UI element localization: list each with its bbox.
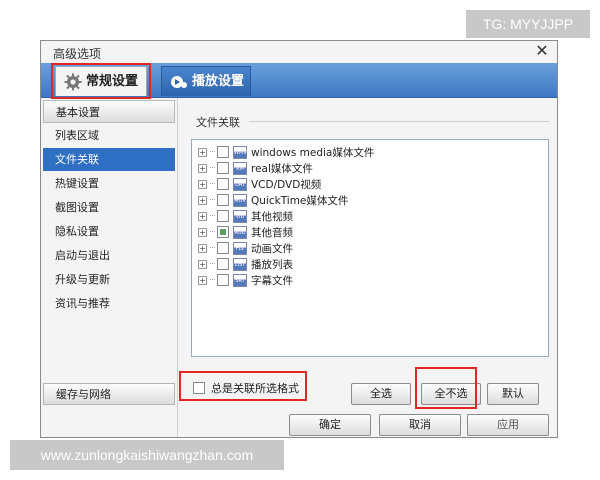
file-type-icon: SRT bbox=[233, 273, 247, 287]
file-type-icon: FLV bbox=[233, 241, 247, 255]
sidebar-item-basic-settings[interactable]: 基本设置 bbox=[43, 100, 175, 123]
tree-item-playlist[interactable]: + LIST 播放列表 bbox=[198, 256, 293, 272]
tree-item-quicktime[interactable]: + MOV QuickTime媒体文件 bbox=[198, 192, 348, 208]
tree-item-label: 动画文件 bbox=[251, 242, 293, 255]
tab-playback-settings[interactable]: 播放设置 bbox=[161, 66, 251, 96]
file-assoc-group-title: 文件关联 bbox=[196, 116, 240, 129]
tree-checkbox-partial[interactable] bbox=[217, 226, 229, 238]
apply-button[interactable]: 应用 bbox=[467, 414, 549, 436]
always-associate-checkbox[interactable] bbox=[193, 382, 205, 394]
watermark-top: TG: MYYJJPP bbox=[466, 10, 590, 38]
expand-icon[interactable]: + bbox=[198, 227, 207, 237]
sidebar-item-file-association[interactable]: 文件关联 bbox=[43, 148, 175, 171]
expand-icon[interactable]: + bbox=[198, 243, 207, 253]
tree-item-vcd-dvd[interactable]: + DAT VCD/DVD视频 bbox=[198, 176, 321, 192]
tree-item-label: real媒体文件 bbox=[251, 162, 313, 175]
expand-icon[interactable]: + bbox=[198, 211, 207, 221]
tree-item-label: windows media媒体文件 bbox=[251, 146, 375, 159]
close-icon[interactable]: ✕ bbox=[533, 42, 551, 60]
tree-item-animation[interactable]: + FLV 动画文件 bbox=[198, 240, 293, 256]
tree-item-label: 其他音频 bbox=[251, 226, 293, 239]
title-bar: 高级选项 ✕ bbox=[41, 41, 557, 64]
tab-general-label: 常规设置 bbox=[86, 74, 139, 89]
sidebar-item-news[interactable]: 资讯与推荐 bbox=[43, 292, 175, 315]
file-type-icon: RM bbox=[233, 161, 247, 175]
file-type-icon: WMV bbox=[233, 145, 247, 159]
tab-general-settings[interactable]: 常规设置 bbox=[55, 66, 147, 96]
select-all-button[interactable]: 全选 bbox=[351, 383, 411, 405]
sidebar: 基本设置 列表区域 文件关联 热键设置 截图设置 隐私设置 启动与退出 升级与更… bbox=[41, 98, 178, 437]
expand-icon[interactable]: + bbox=[198, 195, 207, 205]
cache-network-button[interactable]: 缓存与网络 bbox=[43, 383, 175, 405]
group-divider bbox=[249, 121, 549, 122]
advanced-options-dialog: 高级选项 ✕ 常规设置 播放设置 基本设置 列表区域 文件关联 热键设置 截图设… bbox=[40, 40, 558, 438]
file-type-icon: VID bbox=[233, 209, 247, 223]
dialog-title: 高级选项 bbox=[53, 47, 102, 61]
watermark-bottom: www.zunlongkaishiwangzhan.com bbox=[10, 440, 284, 470]
tab-bar: 常规设置 播放设置 bbox=[41, 63, 557, 98]
tree-checkbox[interactable] bbox=[217, 274, 229, 286]
expand-icon[interactable]: + bbox=[198, 179, 207, 189]
expand-icon[interactable]: + bbox=[198, 147, 207, 157]
tree-connector bbox=[210, 199, 215, 201]
tree-item-label: 其他视频 bbox=[251, 210, 293, 223]
gear-icon bbox=[64, 73, 82, 91]
sidebar-item-upgrade[interactable]: 升级与更新 bbox=[43, 268, 175, 291]
tree-item-other-video[interactable]: + VID 其他视频 bbox=[198, 208, 293, 224]
tree-connector bbox=[210, 279, 215, 281]
file-type-icon: MOV bbox=[233, 193, 247, 207]
tree-checkbox[interactable] bbox=[217, 146, 229, 158]
tree-checkbox[interactable] bbox=[217, 242, 229, 254]
tree-checkbox[interactable] bbox=[217, 162, 229, 174]
expand-icon[interactable]: + bbox=[198, 259, 207, 269]
expand-icon[interactable]: + bbox=[198, 275, 207, 285]
sidebar-item-hotkeys[interactable]: 热键设置 bbox=[43, 172, 175, 195]
sidebar-item-startup-exit[interactable]: 启动与退出 bbox=[43, 244, 175, 267]
tree-item-windows-media[interactable]: + WMV windows media媒体文件 bbox=[198, 144, 374, 160]
tree-item-label: QuickTime媒体文件 bbox=[251, 194, 349, 207]
tree-checkbox[interactable] bbox=[217, 258, 229, 270]
tree-connector bbox=[210, 231, 215, 233]
sidebar-item-privacy[interactable]: 隐私设置 bbox=[43, 220, 175, 243]
tree-checkbox[interactable] bbox=[217, 178, 229, 190]
file-type-tree[interactable]: + WMV windows media媒体文件 + RM real媒体文件 + … bbox=[191, 139, 549, 357]
tree-item-label: 字幕文件 bbox=[251, 274, 293, 287]
tree-item-real[interactable]: + RM real媒体文件 bbox=[198, 160, 313, 176]
cancel-button[interactable]: 取消 bbox=[379, 414, 461, 436]
tree-item-label: VCD/DVD视频 bbox=[251, 178, 322, 191]
sidebar-item-screenshot[interactable]: 截图设置 bbox=[43, 196, 175, 219]
file-type-icon: AUD bbox=[233, 225, 247, 239]
tree-checkbox[interactable] bbox=[217, 210, 229, 222]
file-type-icon: DAT bbox=[233, 177, 247, 191]
tree-checkbox[interactable] bbox=[217, 194, 229, 206]
tree-item-other-audio[interactable]: + AUD 其他音频 bbox=[198, 224, 293, 240]
tab-playback-label: 播放设置 bbox=[192, 74, 245, 89]
file-type-icon: LIST bbox=[233, 257, 247, 271]
tree-connector bbox=[210, 263, 215, 265]
ok-button[interactable]: 确定 bbox=[289, 414, 371, 436]
tree-connector bbox=[210, 167, 215, 169]
tree-item-label: 播放列表 bbox=[251, 258, 293, 271]
tree-connector bbox=[210, 215, 215, 217]
select-none-button[interactable]: 全不选 bbox=[421, 383, 481, 405]
sidebar-item-list-area[interactable]: 列表区域 bbox=[43, 124, 175, 147]
expand-icon[interactable]: + bbox=[198, 163, 207, 173]
tree-item-subtitle[interactable]: + SRT 字幕文件 bbox=[198, 272, 293, 288]
always-associate-label: 总是关联所选格式 bbox=[211, 382, 299, 395]
always-associate-option[interactable]: 总是关联所选格式 bbox=[185, 375, 355, 401]
tree-connector bbox=[210, 151, 215, 153]
default-button[interactable]: 默认 bbox=[487, 383, 539, 405]
tree-connector bbox=[210, 183, 215, 185]
tree-connector bbox=[210, 247, 215, 249]
play-settings-icon bbox=[171, 76, 187, 88]
